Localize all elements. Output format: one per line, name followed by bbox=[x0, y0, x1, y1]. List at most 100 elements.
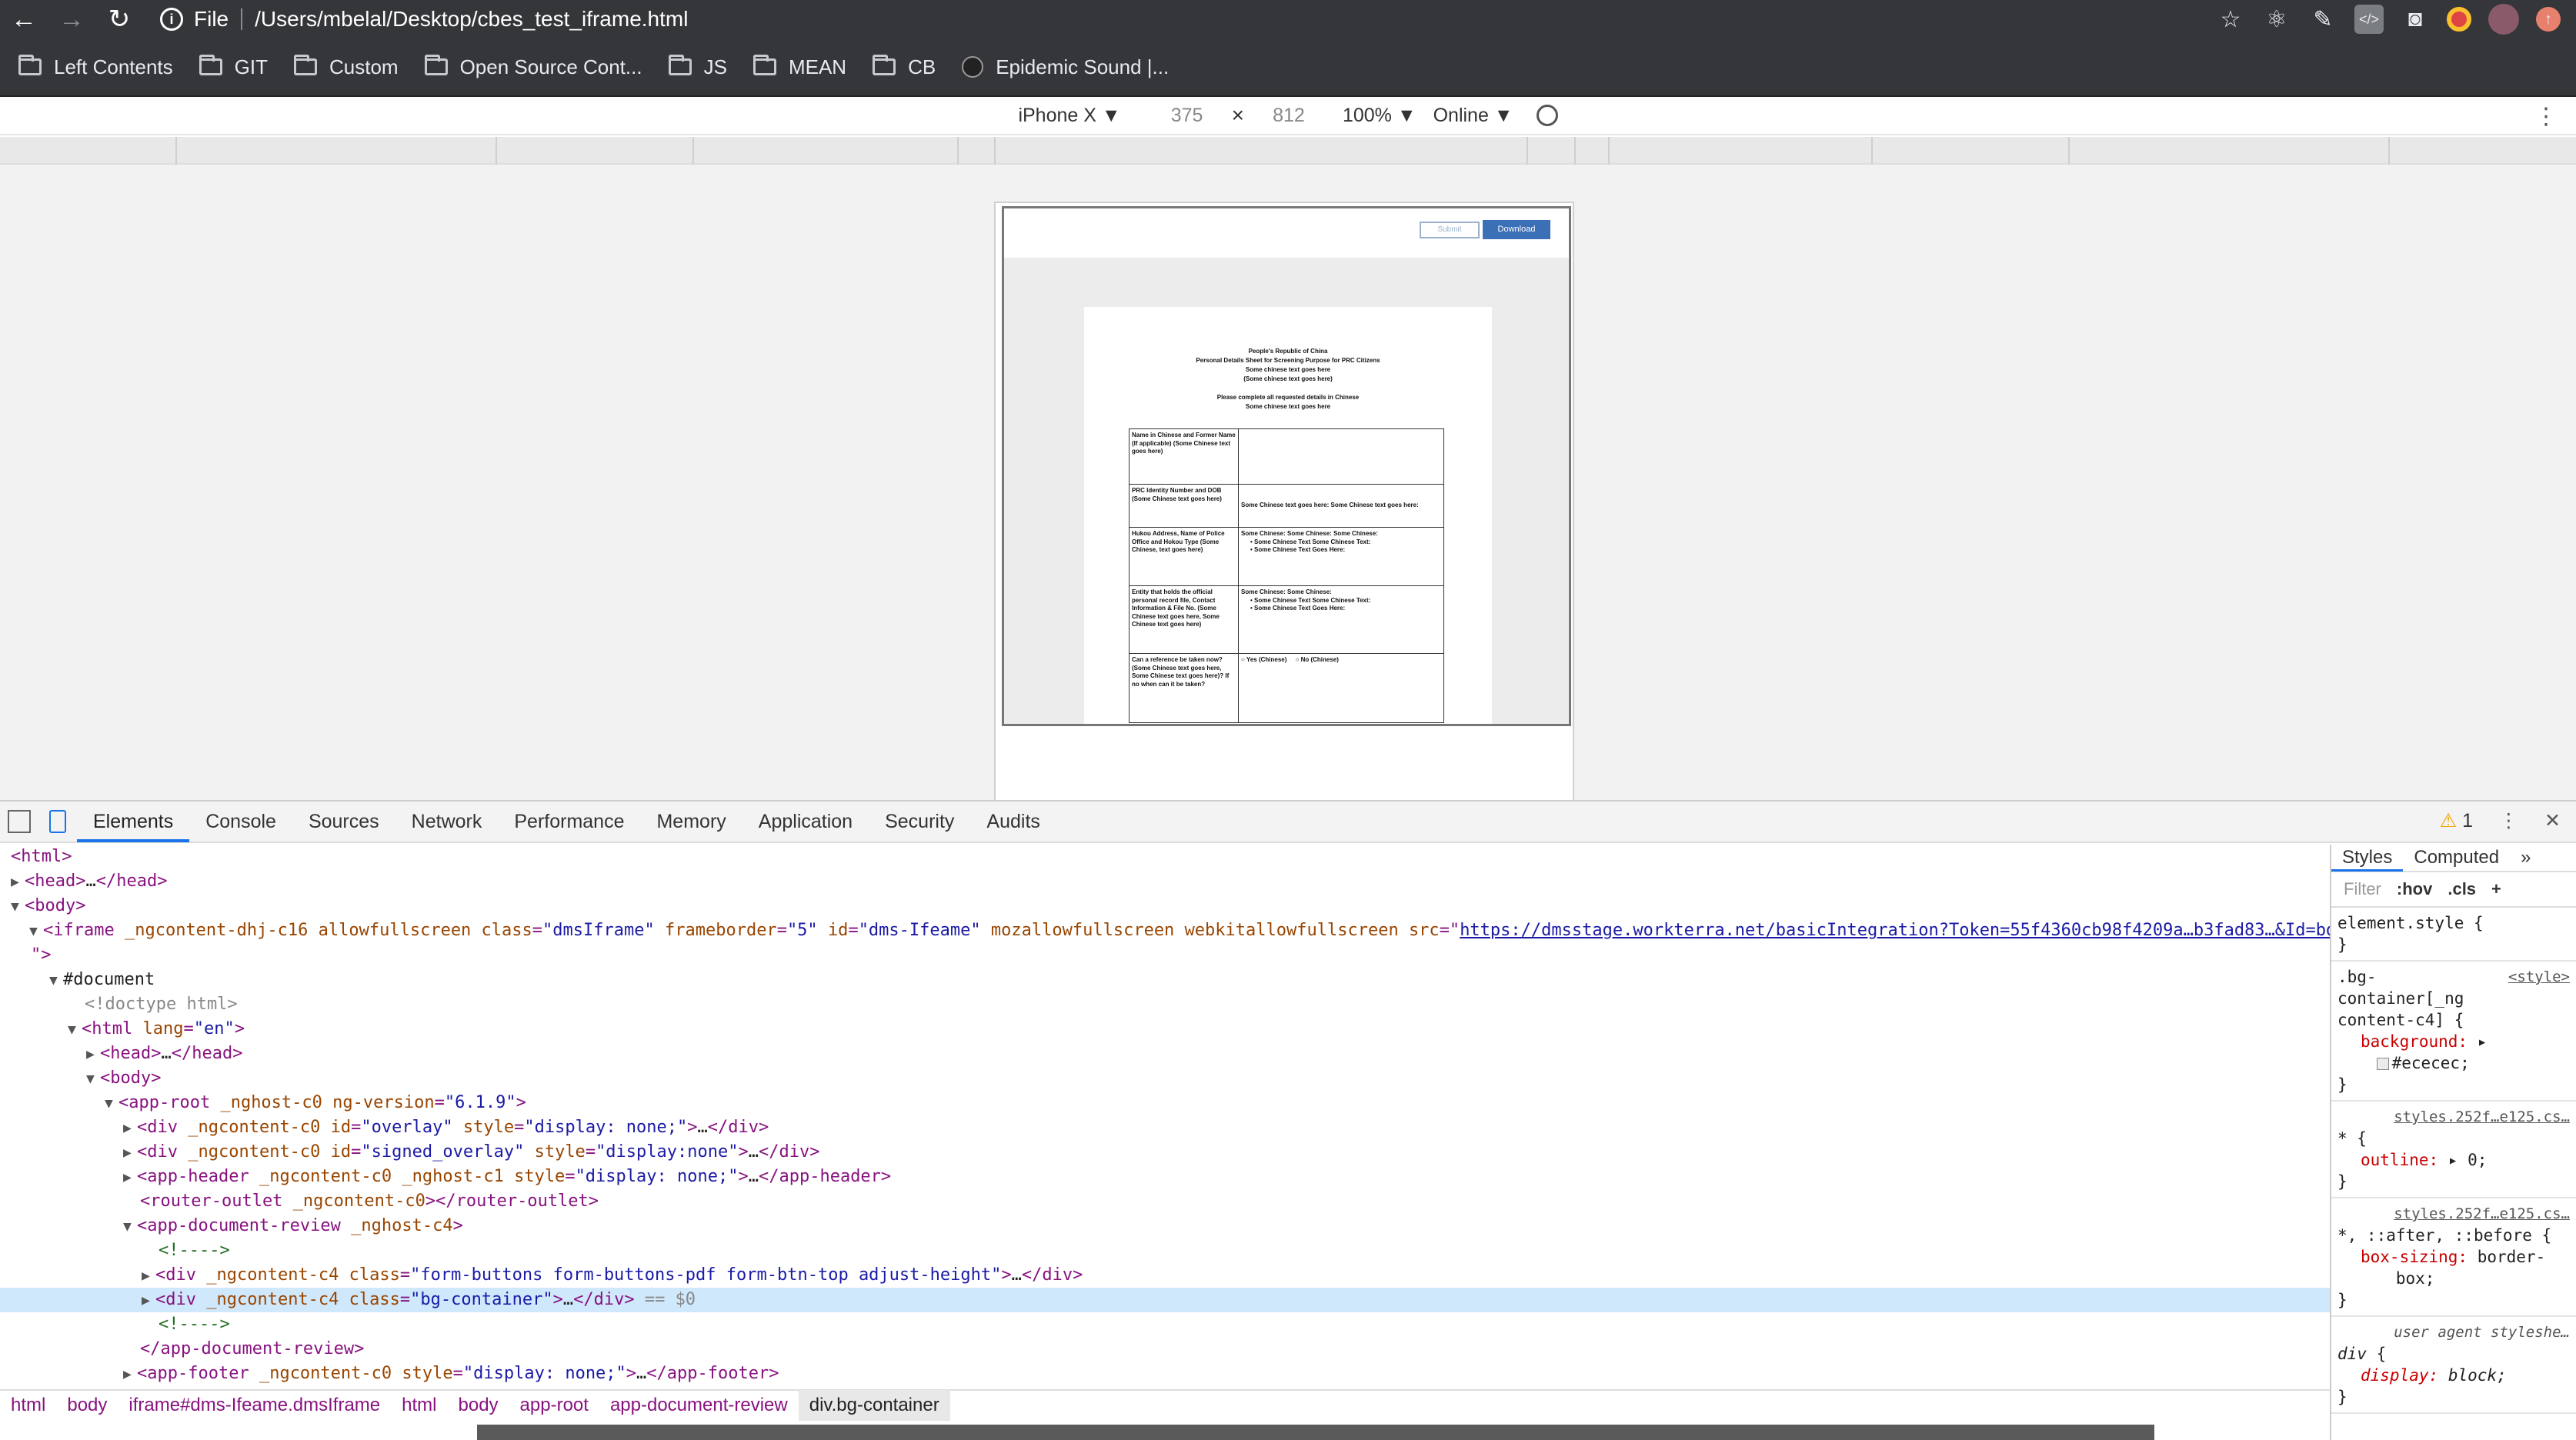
row-value[interactable]: Some Chinese: Some Chinese: • Some Chine… bbox=[1238, 585, 1444, 654]
camera-icon[interactable]: ◙ bbox=[2401, 5, 2430, 34]
chrome-icon[interactable] bbox=[2447, 7, 2471, 32]
bookmark-folder[interactable]: JS bbox=[661, 48, 735, 86]
dom-node[interactable]: ▼ <iframe _ngcontent-dhj-c16 allowfullscr… bbox=[0, 918, 2330, 943]
tab-styles[interactable]: Styles bbox=[2331, 844, 2404, 872]
tab-elements[interactable]: Elements bbox=[77, 801, 190, 842]
update-icon[interactable]: ↑ bbox=[2536, 7, 2561, 32]
plus-icon[interactable]: + bbox=[2491, 879, 2501, 899]
dom-node[interactable]: ▶ <app-footer _ngcontent-c0 style="displa… bbox=[0, 1362, 2330, 1386]
style-rule[interactable]: element.style {} bbox=[2331, 908, 2576, 962]
dom-node[interactable]: ▼ #document bbox=[0, 968, 2330, 992]
zoom-select[interactable]: 100% ▼ bbox=[1343, 105, 1416, 127]
hov-toggle[interactable]: :hov bbox=[2397, 879, 2432, 899]
tab-performance[interactable]: Performance bbox=[498, 801, 640, 842]
react-icon[interactable]: ⚛ bbox=[2262, 5, 2291, 34]
breadcrumb-item[interactable]: app-root bbox=[509, 1395, 599, 1416]
url-text[interactable]: /Users/mbelal/Desktop/cbes_test_iframe.h… bbox=[255, 7, 688, 32]
device-toggle-icon[interactable] bbox=[49, 810, 66, 833]
dom-node[interactable]: ▼ <app-document-review _nghost-c4> bbox=[0, 1214, 2330, 1238]
dom-node[interactable]: <!----> bbox=[0, 1312, 2330, 1337]
breadcrumb-item[interactable]: html bbox=[391, 1395, 447, 1416]
row-value[interactable]: Some Chinese text goes here: Some Chines… bbox=[1238, 484, 1444, 528]
reload-button[interactable]: ↻ bbox=[95, 0, 143, 38]
info-icon[interactable]: i bbox=[160, 8, 183, 31]
bookmark-site[interactable]: Epidemic Sound |... bbox=[954, 48, 1176, 86]
row-value[interactable] bbox=[1238, 428, 1444, 485]
back-button[interactable]: ← bbox=[0, 0, 48, 38]
dom-node[interactable]: ▶ <app-header _ngcontent-c0 _nghost-c1 st… bbox=[0, 1165, 2330, 1189]
star-icon[interactable]: ☆ bbox=[2216, 5, 2245, 34]
dom-node[interactable]: ▶ <div _ngcontent-c4 class="form-buttons … bbox=[0, 1263, 2330, 1288]
dom-node[interactable]: ▼ <body> bbox=[0, 894, 2330, 918]
iframe-src-link[interactable]: https://dmsstage.workterra.net/basicInte… bbox=[1460, 921, 2330, 940]
no-radio[interactable]: ○ No (Chinese) bbox=[1296, 656, 1339, 663]
dom-node[interactable]: ▼ <html lang="en"> bbox=[0, 1017, 2330, 1042]
dom-node[interactable]: "> bbox=[0, 943, 2330, 968]
yes-radio[interactable]: ○ Yes (Chinese) bbox=[1241, 656, 1286, 663]
style-rule[interactable]: styles.252f…e125.cs… * {outline: ▸ 0;} bbox=[2331, 1102, 2576, 1198]
filter-input[interactable]: Filter bbox=[2344, 879, 2381, 899]
dom-node[interactable]: <!doctype html> bbox=[0, 992, 2330, 1017]
style-rule[interactable]: <style> .bg-container[_ng content-c4] {bac… bbox=[2331, 962, 2576, 1102]
more-options-icon[interactable]: ⋮ bbox=[2499, 809, 2518, 832]
network-select[interactable]: Online ▼ bbox=[1433, 105, 1513, 127]
device-toolbar: iPhone X ▼ 375 × 812 100% ▼ Online ▼ ⋮ bbox=[0, 97, 2576, 135]
submit-button[interactable]: Submit bbox=[1420, 222, 1480, 238]
bookmark-folder[interactable]: Open Source Cont... bbox=[417, 48, 650, 86]
bookmark-folder[interactable]: Left Contents bbox=[11, 48, 181, 86]
pen-icon[interactable]: ✎ bbox=[2308, 5, 2337, 34]
breadcrumb-item[interactable]: iframe#dms-Ifeame.dmsIframe bbox=[118, 1395, 391, 1416]
media-query-ruler[interactable] bbox=[0, 137, 2576, 165]
bookmark-folder[interactable]: GIT bbox=[192, 48, 275, 86]
dom-tree[interactable]: <html> ▶ <head>…</head> ▼ <body> ▼ <iframe … bbox=[0, 845, 2330, 1395]
dom-node[interactable]: ▼ <body> bbox=[0, 1066, 2330, 1091]
style-rule[interactable]: styles.252f…e125.cs… *, ::after, ::before… bbox=[2331, 1198, 2576, 1317]
tab-audits[interactable]: Audits bbox=[970, 801, 1056, 842]
tab-computed[interactable]: Computed bbox=[2403, 844, 2510, 872]
breadcrumb-item[interactable]: body bbox=[56, 1395, 118, 1416]
forward-button[interactable]: → bbox=[48, 0, 95, 38]
dom-node[interactable]: ▶ <head>…</head> bbox=[0, 1042, 2330, 1066]
tab-security[interactable]: Security bbox=[869, 801, 970, 842]
code-icon[interactable]: </> bbox=[2354, 5, 2384, 34]
tab-memory[interactable]: Memory bbox=[640, 801, 742, 842]
device-select[interactable]: iPhone X ▼ bbox=[1018, 105, 1120, 127]
tab-sources[interactable]: Sources bbox=[292, 801, 395, 842]
chevron-right-icon[interactable]: » bbox=[2510, 844, 2541, 872]
dom-node[interactable]: <router-outlet _ngcontent-c0></router-ou… bbox=[0, 1189, 2330, 1214]
download-button[interactable]: Download bbox=[1483, 220, 1550, 239]
cls-toggle[interactable]: .cls bbox=[2448, 879, 2476, 899]
tab-network[interactable]: Network bbox=[395, 801, 499, 842]
style-rule[interactable]: user agent styleshe… div {display: block;… bbox=[2331, 1317, 2576, 1414]
more-options-icon[interactable]: ⋮ bbox=[2534, 103, 2558, 130]
dom-node[interactable]: <!----> bbox=[0, 1238, 2330, 1263]
tab-application[interactable]: Application bbox=[742, 801, 869, 842]
dom-node[interactable]: </app-document-review> bbox=[0, 1337, 2330, 1362]
height-input[interactable]: 812 bbox=[1258, 105, 1320, 127]
dom-node[interactable]: <html> bbox=[0, 845, 2330, 869]
warning-count[interactable]: ⚠ 1 bbox=[2440, 809, 2473, 832]
tab-console[interactable]: Console bbox=[189, 801, 292, 842]
dom-node[interactable]: ▶ <div _ngcontent-c0 id="overlay" style="… bbox=[0, 1115, 2330, 1140]
bookmark-folder[interactable]: Custom bbox=[286, 48, 406, 86]
address-bar[interactable]: i File /Users/mbelal/Desktop/cbes_test_i… bbox=[152, 4, 2199, 35]
close-icon[interactable]: ✕ bbox=[2544, 809, 2561, 832]
breadcrumb-item-active[interactable]: div.bg-container bbox=[798, 1390, 950, 1421]
rotate-icon[interactable] bbox=[1536, 105, 1558, 126]
dom-node[interactable]: ▼ <app-root _nghost-c0 ng-version="6.1.9"… bbox=[0, 1091, 2330, 1115]
inspect-icon[interactable] bbox=[8, 810, 31, 833]
bullet-item: • Some Chinese Text Goes Here: bbox=[1250, 546, 1346, 553]
bookmark-folder[interactable]: MEAN bbox=[746, 48, 854, 86]
breadcrumb-item[interactable]: app-document-review bbox=[599, 1395, 799, 1416]
breadcrumb-item[interactable]: body bbox=[448, 1395, 509, 1416]
bookmark-folder[interactable]: CB bbox=[865, 48, 943, 86]
breadcrumb-item[interactable]: html bbox=[0, 1395, 56, 1416]
bookmark-label: GIT bbox=[234, 55, 268, 78]
avatar[interactable] bbox=[2488, 4, 2519, 35]
dom-node[interactable]: ▶ <head>…</head> bbox=[0, 869, 2330, 894]
width-input[interactable]: 375 bbox=[1156, 105, 1218, 127]
dom-node-selected[interactable]: ▶ <div _ngcontent-c4 class="bg-container"… bbox=[0, 1288, 2330, 1312]
dom-node[interactable]: ▶ <div _ngcontent-c0 id="signed_overlay" … bbox=[0, 1140, 2330, 1165]
row-value[interactable]: Some Chinese: Some Chinese: Some Chinese… bbox=[1238, 527, 1444, 586]
dms-iframe[interactable]: Submit Download People's Republic of Chi… bbox=[1002, 206, 1571, 726]
